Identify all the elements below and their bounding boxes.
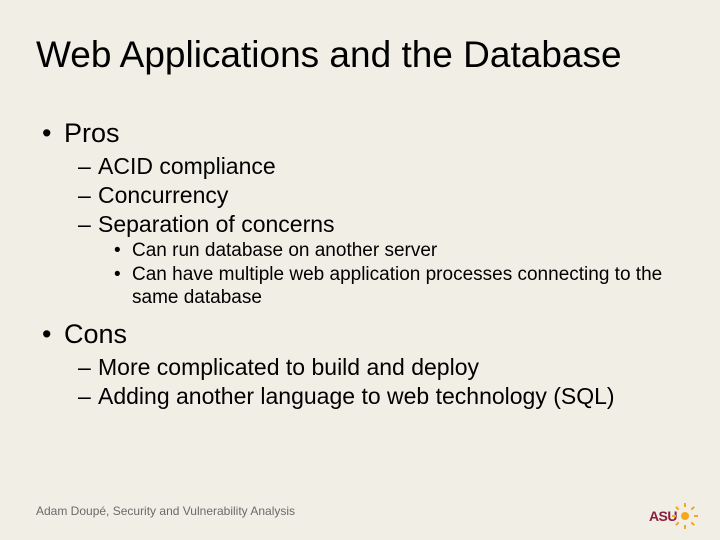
pros-heading: • Pros [36, 118, 684, 149]
cons-item-text: Adding another language to web technolog… [98, 383, 615, 409]
slide: Web Applications and the Database • Pros… [0, 0, 720, 540]
pros-label-text: Pros [64, 118, 120, 148]
footer-text: Adam Doupé, Security and Vulnerability A… [36, 504, 295, 518]
pros-subitem-text: Can have multiple web application proces… [132, 264, 662, 307]
dash-icon: – [78, 354, 91, 381]
cons-item: – Adding another language to web technol… [36, 383, 684, 410]
sun-icon [678, 509, 692, 523]
slide-title: Web Applications and the Database [36, 34, 622, 76]
pros-item: – Concurrency [36, 182, 684, 209]
pros-item-text: Concurrency [98, 182, 228, 208]
dash-icon: – [78, 383, 91, 410]
cons-heading: • Cons [36, 319, 684, 350]
slide-body: • Pros – ACID compliance – Concurrency –… [36, 118, 684, 412]
bullet-icon: • [42, 118, 51, 149]
pros-item-text: ACID compliance [98, 153, 276, 179]
asu-logo: ASU [649, 508, 692, 524]
dash-icon: – [78, 153, 91, 180]
pros-subitem: • Can have multiple web application proc… [36, 264, 684, 309]
pros-subitem-text: Can run database on another server [132, 240, 437, 261]
cons-item: – More complicated to build and deploy [36, 354, 684, 381]
bullet-icon: • [114, 264, 121, 286]
bullet-icon: • [114, 240, 121, 262]
pros-subitem: • Can run database on another server [36, 240, 684, 262]
dash-icon: – [78, 211, 91, 238]
pros-item-text: Separation of concerns [98, 211, 335, 237]
cons-item-text: More complicated to build and deploy [98, 354, 479, 380]
pros-item: – Separation of concerns [36, 211, 684, 238]
dash-icon: – [78, 182, 91, 209]
pros-item: – ACID compliance [36, 153, 684, 180]
bullet-icon: • [42, 319, 51, 350]
cons-label-text: Cons [64, 319, 127, 349]
